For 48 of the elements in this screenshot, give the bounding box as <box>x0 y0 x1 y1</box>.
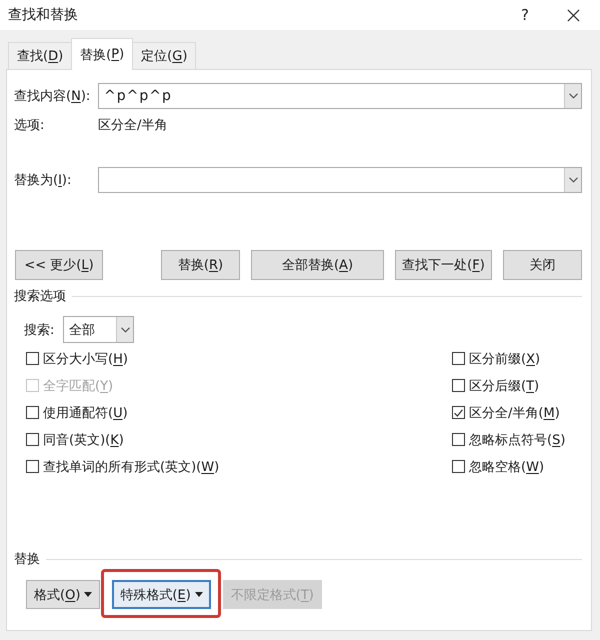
checkbox[interactable] <box>26 460 39 473</box>
find-combo-box[interactable]: ^p^p^p <box>98 83 582 109</box>
checkbox-label: 同音(英文)(K) <box>43 432 124 448</box>
checkbox-label: 查找单词的所有形式(英文)(W) <box>43 458 220 476</box>
find-next-button[interactable]: 查找下一处(F) <box>395 250 492 280</box>
checkbox[interactable] <box>452 433 465 446</box>
checkbox-label: 忽略空格(W) <box>469 458 544 476</box>
dropdown-button[interactable] <box>116 317 133 342</box>
checkbox[interactable] <box>26 406 39 419</box>
window-title: 查找和替换 <box>8 6 79 24</box>
tab[interactable]: 查找(D) <box>8 42 72 69</box>
checkbox[interactable] <box>452 460 465 473</box>
search-label: 搜索: <box>24 322 56 338</box>
close-dialog-button[interactable]: 关闭 <box>503 250 582 280</box>
checkbox-label: 区分后缀(T) <box>469 378 540 394</box>
chevron-down-icon <box>568 93 578 99</box>
replace-button[interactable]: 替换(R) <box>161 250 240 280</box>
help-button[interactable]: ? <box>505 0 545 30</box>
replace-label: 替换为(I): <box>14 172 72 189</box>
find-label: 查找内容(N): <box>14 88 92 105</box>
close-icon <box>566 8 580 22</box>
checkbox[interactable] <box>452 379 465 392</box>
options-label: 选项: <box>14 117 46 134</box>
special-format-button[interactable]: 特殊格式(E) <box>112 580 211 609</box>
replace-all-button[interactable]: 全部替换(A) <box>251 250 384 280</box>
checkbox-label: 区分大小写(H) <box>43 350 128 368</box>
checkbox-label: 全字匹配(Y) <box>43 378 114 394</box>
chevron-down-icon <box>568 177 578 183</box>
tab[interactable]: 定位(G) <box>132 42 196 69</box>
checkbox[interactable] <box>452 352 465 365</box>
options-value: 区分全/半角 <box>98 117 168 134</box>
dropdown-button[interactable] <box>564 84 581 108</box>
checkbox-label: 忽略标点符号(S) <box>469 432 566 448</box>
tab[interactable]: 替换(P) <box>71 38 134 70</box>
checkbox[interactable] <box>26 433 39 446</box>
checkbox-label: 区分前缀(X) <box>469 350 540 368</box>
checkmark-icon <box>454 408 463 416</box>
section-heading: 搜索选项 <box>14 288 66 305</box>
format-button[interactable]: 格式(O) <box>26 580 100 609</box>
search-scope-combo-box[interactable]: 全部 <box>63 316 134 343</box>
checkbox-label: 使用通配符(U) <box>43 404 128 422</box>
checkbox[interactable] <box>452 406 465 419</box>
section-heading: 替换 <box>14 551 40 568</box>
dropdown-button[interactable] <box>564 168 581 192</box>
chevron-down-icon <box>120 326 130 332</box>
less-button[interactable]: << 更少(L) <box>15 250 103 280</box>
checkbox-label: 区分全/半角(M) <box>469 404 560 422</box>
checkbox[interactable] <box>26 352 39 365</box>
